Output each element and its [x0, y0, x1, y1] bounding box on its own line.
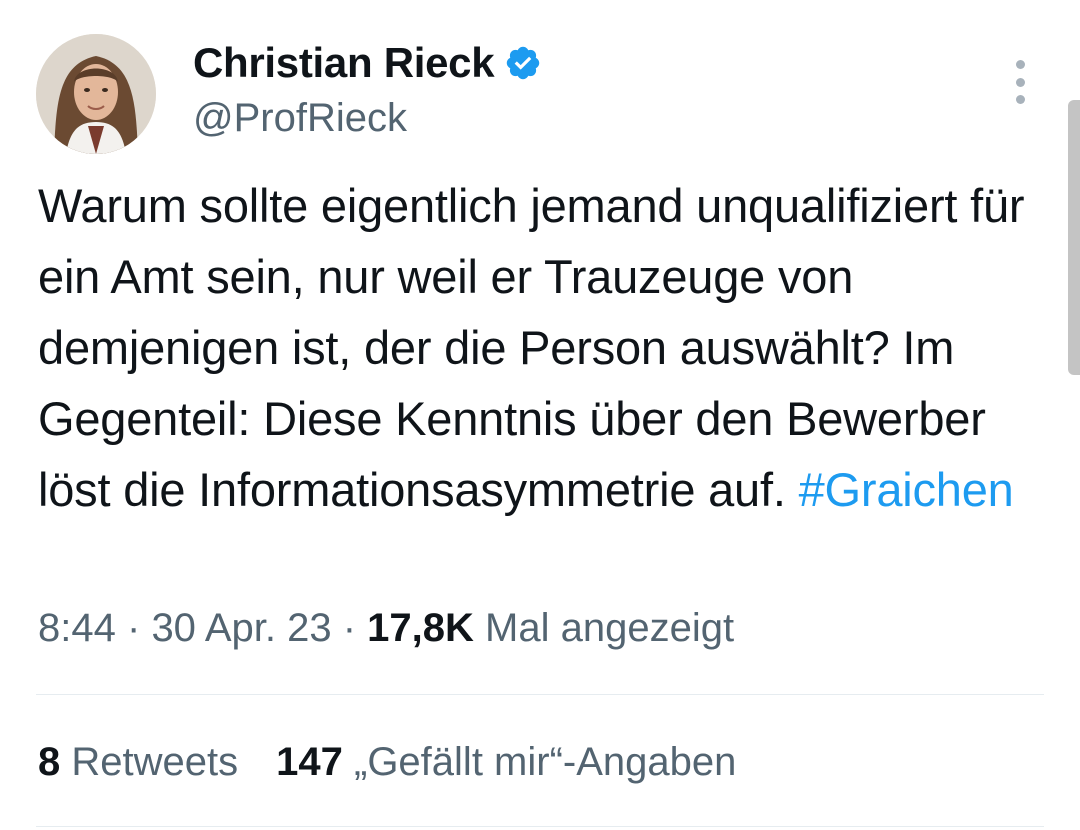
avatar[interactable] — [36, 34, 156, 154]
tweet-text: Warum sollte eigentlich jemand unqualifi… — [38, 170, 1038, 525]
retweets-stat[interactable]: 8 Retweets — [38, 740, 238, 785]
more-options-button[interactable] — [1006, 60, 1034, 104]
views-count: 17,8K — [367, 606, 474, 650]
meta-separator: · — [342, 606, 357, 650]
more-vertical-icon — [1015, 60, 1025, 69]
views-label: Mal angezeigt — [485, 606, 735, 650]
avatar-image — [36, 34, 156, 154]
author-display-name[interactable]: Christian Rieck — [193, 39, 495, 87]
tweet-meta: 8:44 · 30 Apr. 23 · 17,8K Mal angezeigt — [38, 606, 734, 651]
engagement-stats: 8 Retweets 147 „Gefällt mir“-Angaben — [38, 740, 736, 785]
hashtag-link[interactable]: #Graichen — [799, 463, 1014, 516]
retweets-label: Retweets — [71, 740, 239, 784]
author-handle[interactable]: @ProfRieck — [193, 96, 407, 141]
retweets-count: 8 — [38, 740, 61, 784]
more-vertical-icon — [1015, 77, 1025, 87]
divider — [36, 694, 1044, 695]
likes-stat[interactable]: 147 „Gefällt mir“-Angaben — [276, 740, 736, 785]
divider — [36, 826, 1044, 827]
likes-count: 147 — [276, 740, 343, 784]
scrollbar[interactable] — [1068, 100, 1080, 375]
meta-separator: · — [126, 606, 141, 650]
tweet-time[interactable]: 8:44 — [38, 606, 116, 650]
author-name-row: Christian Rieck — [193, 38, 542, 88]
likes-label: „Gefällt mir“-Angaben — [354, 740, 737, 784]
verified-badge-icon — [507, 46, 540, 80]
tweet-date[interactable]: 30 Apr. 23 — [151, 606, 331, 650]
more-vertical-icon — [1015, 95, 1025, 104]
